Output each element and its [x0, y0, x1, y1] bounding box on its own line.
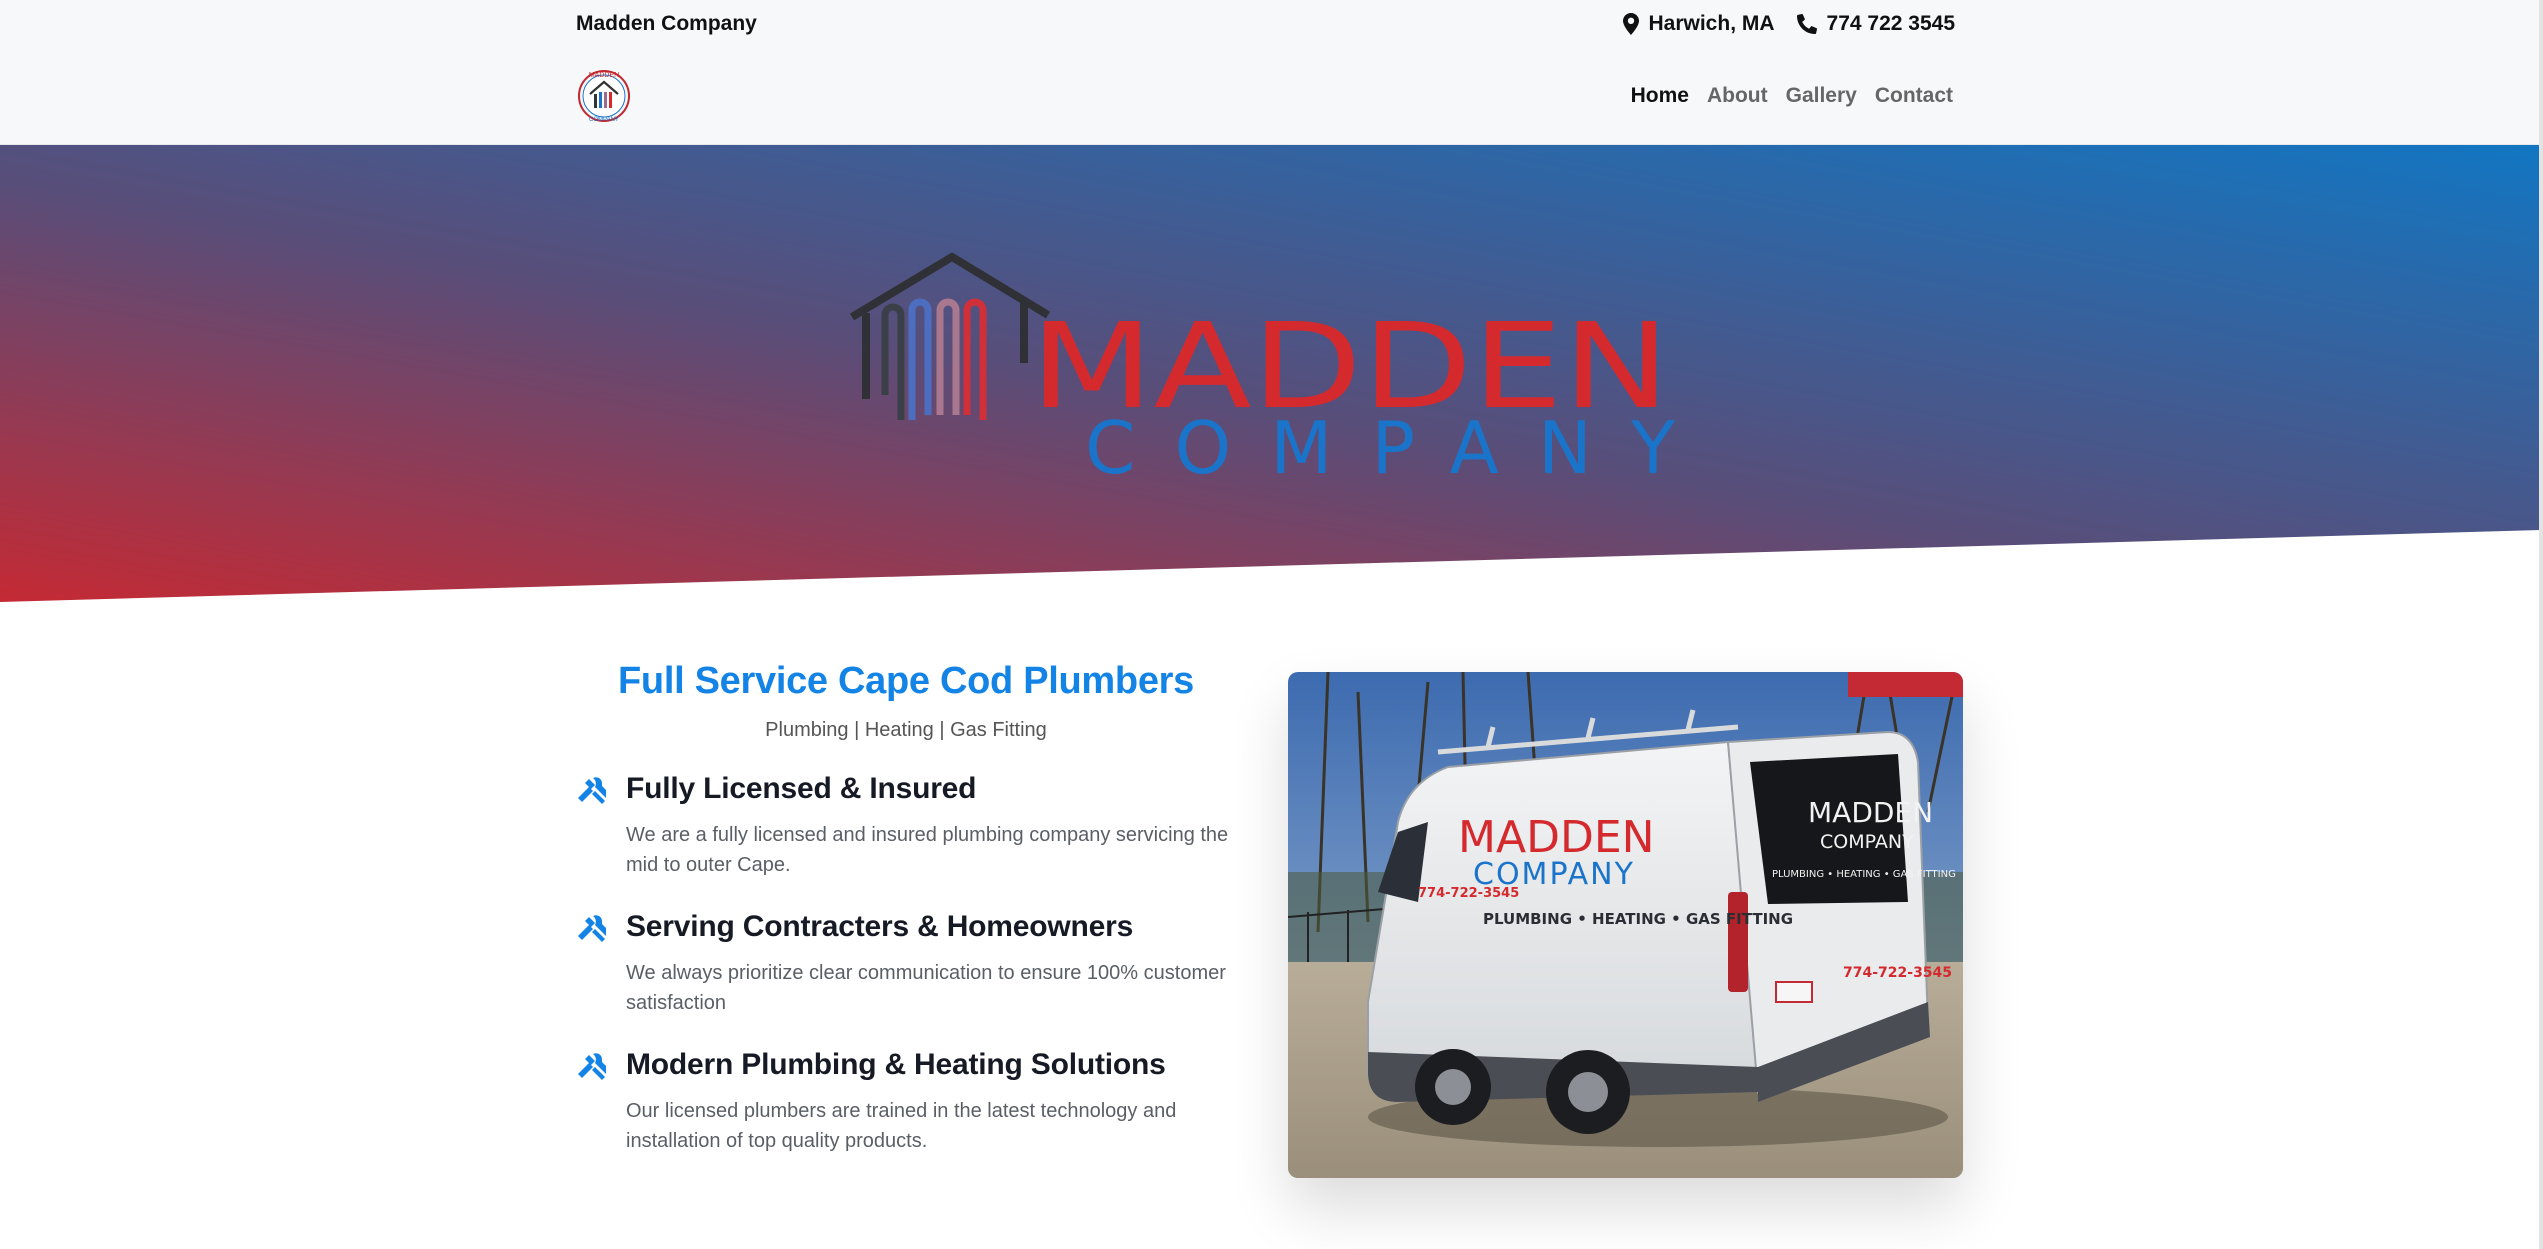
contact-bar: Harwich, MA 774 722 3545 [1622, 12, 1955, 36]
phone-icon [1796, 14, 1817, 34]
main-nav: Home About Gallery Contact [1631, 84, 1953, 108]
feature-item: Fully Licensed & Insured We are a fully … [576, 772, 1236, 880]
van-rear-phone: 774-722-3545 [1843, 965, 1952, 981]
feature-heading: Modern Plumbing & Heating Solutions [626, 1048, 1166, 1081]
feature-item: Serving Contracters & Homeowners We alwa… [576, 910, 1236, 1018]
feature-text: We always prioritize clear communication… [626, 962, 1226, 1014]
feature-item: Modern Plumbing & Heating Solutions Our … [576, 1048, 1236, 1156]
map-pin-icon [1622, 13, 1639, 35]
phone-item[interactable]: 774 722 3545 [1796, 12, 1955, 36]
hero-background: MADDEN COMPANY [0, 145, 2543, 602]
feature-text: We are a fully licensed and insured plum… [626, 824, 1229, 876]
services-section: Full Service Cape Cod Plumbers Plumbing … [576, 660, 1236, 1156]
header-logo-text-top: MADDEN [589, 72, 619, 79]
site-header: Madden Company Harwich, MA 774 722 3545 … [0, 0, 2543, 145]
section-subtitle: Plumbing | Heating | Gas Fitting [765, 719, 1047, 741]
header-logo[interactable]: MADDEN COMPANY [576, 66, 632, 126]
page-scrollbar[interactable] [2539, 0, 2543, 1249]
feature-text: Our licensed plumbers are trained in the… [626, 1100, 1177, 1152]
section-title: Full Service Cape Cod Plumbers [618, 660, 1194, 702]
van-side-phone: 774-722-3545 [1418, 886, 1519, 901]
van-rear-logo-word-1: MADDEN [1808, 796, 1933, 829]
van-rear-services: PLUMBING • HEATING • GAS FITTING [1772, 869, 1956, 880]
hero-banner: MADDEN COMPANY [0, 145, 2543, 602]
location-item: Harwich, MA [1622, 12, 1775, 36]
tools-icon [578, 915, 606, 942]
van-photo: MADDEN COMPANY 774-722-3545 PLUMBING • H… [1288, 672, 1963, 1178]
feature-heading: Serving Contracters & Homeowners [626, 910, 1134, 943]
hero-logo-word-2: COMPANY [1085, 406, 1676, 490]
van-side-services: PLUMBING • HEATING • GAS FITTING [1483, 910, 1793, 928]
nav-contact[interactable]: Contact [1875, 84, 1953, 108]
brand-name[interactable]: Madden Company [576, 12, 757, 36]
phone-text: 774 722 3545 [1826, 12, 1955, 35]
van-rear-logo-word-2: COMPANY [1820, 831, 1914, 853]
tools-icon [578, 1053, 606, 1080]
nav-gallery[interactable]: Gallery [1786, 84, 1857, 108]
location-text: Harwich, MA [1648, 12, 1775, 35]
feature-heading: Fully Licensed & Insured [626, 772, 977, 805]
nav-home[interactable]: Home [1631, 84, 1689, 108]
nav-about[interactable]: About [1707, 84, 1768, 108]
header-logo-text-bottom: COMPANY [589, 117, 619, 123]
van-logo-word-1: MADDEN [1458, 812, 1655, 863]
tools-icon [578, 777, 606, 804]
